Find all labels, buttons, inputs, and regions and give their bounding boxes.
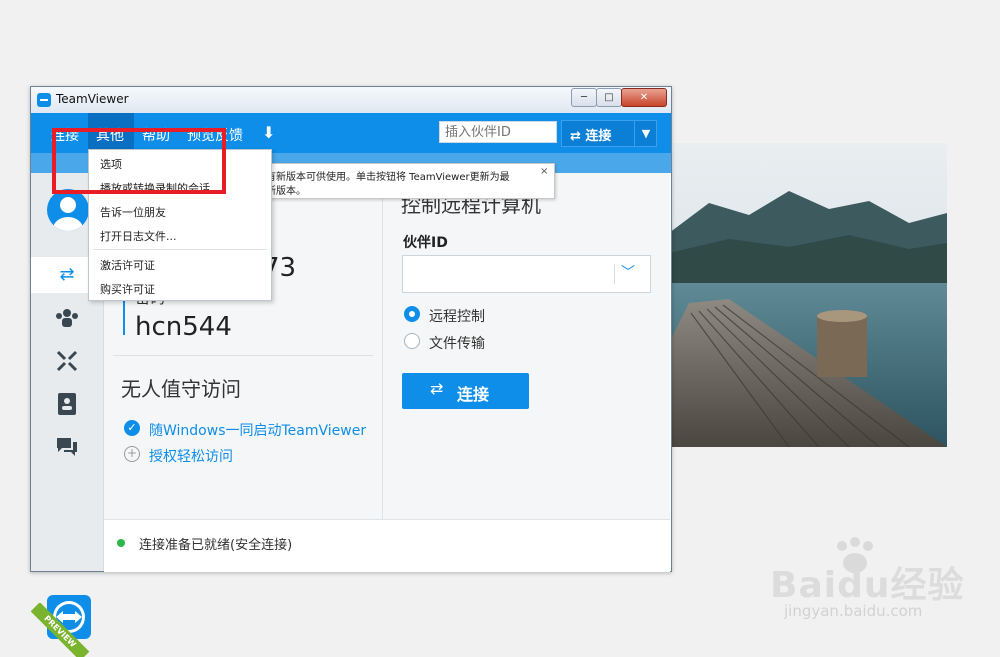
top-connect-button[interactable]: ⇄ 连接 ▼ — [561, 120, 657, 147]
partner-id-label: 伙伴ID — [403, 235, 448, 251]
status-text: 连接准备已就绪(安全连接) — [139, 538, 293, 553]
password-value: hcn544 — [135, 312, 232, 342]
landscape-photo — [669, 143, 947, 447]
remote-control-radio[interactable] — [404, 306, 420, 322]
partner-id-input[interactable] — [439, 121, 557, 143]
chevron-down-icon[interactable]: ﹀ — [621, 262, 635, 282]
user-icon — [53, 197, 83, 231]
column-divider — [382, 173, 383, 519]
close-button[interactable]: ✕ — [621, 88, 667, 107]
combobox-divider — [614, 264, 615, 284]
file-transfer-radio[interactable] — [404, 333, 420, 349]
computers-icon[interactable] — [31, 343, 103, 379]
connect-button[interactable]: ⇄ 连接 — [402, 373, 529, 409]
plus-icon: + — [124, 446, 140, 462]
menu-divider — [93, 249, 267, 250]
title-bar: TeamViewer ─ □ ✕ — [31, 87, 671, 113]
menu-item-buy-license[interactable]: 购买许可证 — [100, 281, 155, 297]
grant-easy-access-link[interactable]: 授权轻松访问 — [149, 446, 233, 466]
download-icon[interactable]: ⬇ — [262, 123, 275, 142]
baidu-watermark-url: jingyan.baidu.com — [784, 602, 923, 620]
maximize-button[interactable]: □ — [596, 88, 622, 107]
meeting-icon[interactable] — [31, 300, 103, 336]
tooltip-text-line1: 有新版本可供使用。单击按钮将 TeamViewer更新为最 — [266, 172, 510, 183]
unattended-access-title: 无人值守访问 — [121, 377, 241, 401]
check-icon: ✓ — [124, 420, 140, 436]
contacts-icon[interactable] — [31, 386, 103, 422]
top-connect-label: ⇄ 连接 — [570, 129, 612, 144]
menu-item-tell-a-friend[interactable]: 告诉一位朋友 — [100, 204, 166, 220]
chevron-down-icon[interactable]: ▼ — [634, 121, 657, 146]
update-tooltip: 有新版本可供使用。单击按钮将 TeamViewer更新为最 新版本。 × — [257, 163, 555, 199]
minimize-button[interactable]: ─ — [571, 88, 597, 107]
section-divider — [113, 355, 373, 356]
tooltip-close-icon[interactable]: × — [540, 166, 548, 177]
menu-item-open-log-files[interactable]: 打开日志文件... — [100, 228, 177, 244]
teamviewer-logo-icon — [37, 93, 51, 107]
start-with-windows-link[interactable]: 随Windows一同启动TeamViewer — [149, 420, 366, 440]
connect-button-label: 连接 — [457, 385, 490, 404]
connect-arrows-icon: ⇄ — [430, 379, 444, 398]
baidu-watermark: Baidu经验 — [770, 565, 965, 606]
highlight-annotation-box — [52, 128, 226, 194]
menu-item-activate-license[interactable]: 激活许可证 — [100, 257, 155, 273]
chat-icon[interactable] — [31, 429, 103, 465]
file-transfer-radio-label[interactable]: 文件传输 — [429, 333, 485, 353]
partner-id-combobox[interactable]: ﹀ — [402, 255, 651, 293]
window-title: TeamViewer — [56, 92, 129, 106]
preview-badge: PREVIEW — [31, 603, 91, 657]
remote-control-radio-label[interactable]: 远程控制 — [429, 306, 485, 326]
tooltip-text-line2: 新版本。 — [266, 186, 306, 197]
status-indicator-icon — [117, 539, 125, 547]
avatar[interactable] — [47, 189, 89, 231]
